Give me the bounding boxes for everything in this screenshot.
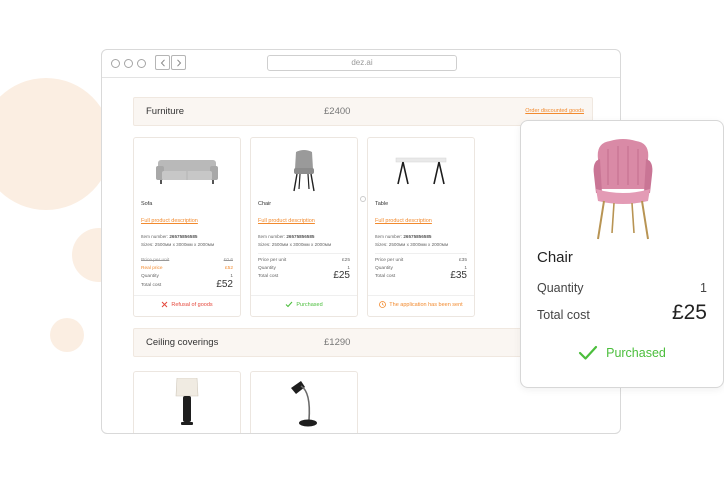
clock-icon <box>379 301 387 308</box>
product-name: Sofa <box>141 201 153 207</box>
window-dot[interactable] <box>111 59 120 68</box>
item-number: Item number: 26575856585 <box>258 234 315 239</box>
section-title: Ceiling coverings <box>146 337 219 348</box>
price-per-unit-row: Price per unit £0 6 <box>141 258 233 263</box>
product-description-link[interactable]: Full product description <box>258 218 315 224</box>
price-per-unit-row: Price per unit £35 <box>375 258 467 263</box>
divider <box>134 295 240 296</box>
divider <box>368 295 474 296</box>
item-sizes: Sizes: 2500мм х 3000мм х 2000мм <box>375 242 449 247</box>
section-price: £1290 <box>324 337 351 348</box>
table-lamp-image <box>134 378 240 428</box>
address-bar[interactable]: dez.ai <box>267 55 457 71</box>
item-sizes: Sizes: 2500мм х 3000мм х 2000мм <box>141 242 215 247</box>
divider <box>258 253 350 254</box>
popup-total-cost-row: Total cost £25 <box>537 301 707 324</box>
pink-chair-image <box>521 137 724 241</box>
back-button[interactable] <box>155 55 170 70</box>
total-cost-row: Total cost £25 <box>258 270 350 281</box>
product-card-table[interactable]: Table Full product description Item numb… <box>367 137 475 317</box>
table-image <box>368 146 474 196</box>
product-description-link[interactable]: Full product description <box>375 218 432 224</box>
divider <box>251 295 357 296</box>
section-price: £2400 <box>324 106 351 117</box>
product-description-link[interactable]: Full product description <box>141 218 198 224</box>
total-cost-row: Total cost £52 <box>141 279 233 290</box>
popup-quantity-row: Quantity 1 <box>537 281 707 295</box>
chevron-right-icon <box>176 59 181 67</box>
product-card-sofa[interactable]: Sofa Full product description Item numbe… <box>133 137 241 317</box>
product-name: Table <box>375 201 389 207</box>
item-number: Item number: 26575856585 <box>141 234 198 239</box>
status-application-sent: The application has been sent <box>368 301 474 308</box>
status-refusal: Refusal of goods <box>134 301 240 308</box>
total-cost-row: Total cost £35 <box>375 270 467 281</box>
scroll-indicator[interactable] <box>360 196 366 202</box>
close-icon <box>162 301 168 308</box>
item-sizes: Sizes: 2500мм х 3000мм х 2000мм <box>258 242 332 247</box>
decorative-blob <box>0 78 112 210</box>
chair-image <box>251 146 357 196</box>
price-per-unit-row: Price per unit £25 <box>258 258 350 263</box>
check-icon <box>579 345 598 360</box>
forward-button[interactable] <box>171 55 186 70</box>
product-name: Chair <box>258 201 272 207</box>
desk-lamp-image <box>251 378 357 428</box>
divider <box>375 253 467 254</box>
window-dot[interactable] <box>124 59 133 68</box>
sofa-image <box>134 146 240 196</box>
real-price-row: Real price £52 <box>141 266 233 271</box>
check-icon <box>285 301 293 308</box>
popup-status-purchased: Purchased <box>521 345 723 361</box>
popup-product-name: Chair <box>537 249 573 266</box>
product-detail-popup[interactable]: Chair Quantity 1 Total cost £25 Purchased <box>520 120 724 388</box>
window-dot[interactable] <box>137 59 146 68</box>
decorative-blob <box>50 318 84 352</box>
product-card-desk-lamp[interactable] <box>250 371 358 433</box>
browser-toolbar: dez.ai <box>102 50 620 78</box>
order-discounted-link[interactable]: Order discounted goods <box>525 108 584 114</box>
section-title: Furniture <box>146 106 185 117</box>
product-card-table-lamp[interactable] <box>133 371 241 433</box>
product-card-chair[interactable]: Chair Full product description Item numb… <box>250 137 358 317</box>
chevron-left-icon <box>160 59 165 67</box>
item-number: Item number: 26575856585 <box>375 234 432 239</box>
status-purchased: Purchased <box>251 301 357 308</box>
